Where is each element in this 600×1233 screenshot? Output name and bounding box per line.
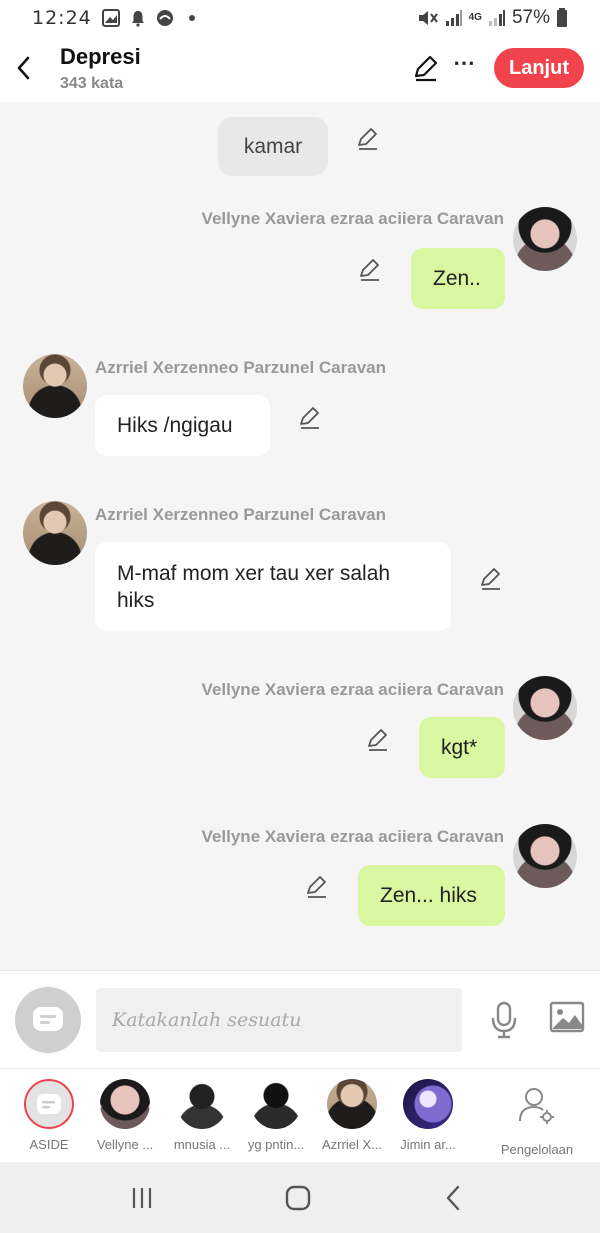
character-mnusia[interactable]: mnusia ...	[163, 1079, 241, 1152]
character-switcher: ASIDE Vellyne ... mnusia ... yg pntin...…	[0, 1068, 600, 1162]
character-avatar	[251, 1079, 301, 1129]
message-bubble[interactable]: Hiks /ngigau	[95, 395, 270, 456]
chat-bubble-icon	[37, 1094, 61, 1114]
character-aside[interactable]: ASIDE	[10, 1079, 88, 1152]
gallery-notification-icon	[101, 9, 120, 27]
character-jimin[interactable]: Jimin ar...	[389, 1079, 467, 1152]
network-type: 4G	[468, 12, 482, 23]
character-azrriel[interactable]: Azrriel X...	[313, 1079, 391, 1152]
user-settings-icon	[519, 1088, 554, 1124]
avatar-azrriel[interactable]	[23, 354, 87, 418]
avatar-vellyne[interactable]	[513, 207, 577, 271]
character-vellyne[interactable]: Vellyne ...	[86, 1079, 164, 1152]
character-avatar	[403, 1079, 453, 1129]
edit-message-icon[interactable]	[305, 875, 329, 899]
status-time: 12:24	[32, 7, 92, 29]
character-avatar	[100, 1079, 150, 1129]
message-composer	[0, 970, 600, 1068]
mute-icon	[418, 11, 438, 25]
sender-name: Vellyne Xaviera ezraa aciiera Caravan	[201, 680, 504, 699]
chat-bubble-icon	[33, 1007, 63, 1031]
character-yg-pntin[interactable]: yg pntin...	[237, 1079, 315, 1152]
message-input[interactable]	[96, 988, 462, 1052]
character-label: Jimin ar...	[400, 1137, 456, 1152]
narration-bubble[interactable]: kamar	[218, 117, 328, 176]
character-avatar	[327, 1079, 377, 1129]
message-bubble[interactable]: Zen... hiks	[358, 865, 505, 926]
character-label: yg pntin...	[247, 1137, 305, 1152]
edit-pen-icon[interactable]	[412, 54, 440, 82]
page-title: Depresi	[60, 44, 141, 69]
message-bubble[interactable]: Zen..	[411, 248, 505, 309]
character-label: Pengelolaan	[500, 1142, 574, 1157]
bell-icon	[131, 11, 144, 27]
back-arrow-icon[interactable]	[12, 52, 36, 84]
manage-characters-button[interactable]: Pengelolaan	[494, 1079, 580, 1157]
message-bubble[interactable]: kgt*	[419, 717, 505, 778]
avatar-vellyne[interactable]	[513, 676, 577, 740]
app-notification-icon	[156, 10, 173, 26]
more-options-icon[interactable]: ⋯	[452, 52, 476, 82]
edit-message-icon[interactable]	[358, 258, 382, 282]
avatar-vellyne[interactable]	[513, 824, 577, 888]
edit-message-icon[interactable]	[479, 567, 503, 591]
character-label: Azrriel X...	[322, 1137, 382, 1152]
dot-icon	[188, 15, 195, 21]
home-icon[interactable]	[282, 1184, 314, 1212]
aside-avatar	[24, 1079, 74, 1129]
signal-icon	[445, 10, 462, 26]
aside-toggle-button[interactable]	[15, 987, 81, 1053]
battery-percent: 57%	[511, 7, 550, 28]
message-bubble[interactable]: M-maf mom xer tau xer salah hiks	[95, 542, 451, 631]
edit-message-icon[interactable]	[366, 728, 390, 752]
sender-name: Vellyne Xaviera ezraa aciiera Caravan	[201, 827, 504, 846]
battery-icon	[557, 8, 567, 27]
character-avatar	[177, 1079, 227, 1129]
word-count: 343 kata	[60, 75, 124, 92]
sender-name: Azrriel Xerzenneo Parzunel Caravan	[95, 358, 387, 377]
recent-apps-icon[interactable]	[126, 1184, 158, 1212]
top-app-bar: Depresi 343 kata ⋯ Lanjut	[0, 36, 600, 102]
chat-area: kamar Vellyne Xaviera ezraa aciiera Cara…	[0, 102, 600, 970]
microphone-icon[interactable]	[489, 1001, 519, 1039]
avatar-azrriel[interactable]	[23, 501, 87, 565]
character-label: mnusia ...	[173, 1137, 231, 1152]
status-bar: 12:24 4G 57%	[0, 0, 600, 36]
sender-name: Vellyne Xaviera ezraa aciiera Caravan	[201, 209, 504, 228]
image-icon[interactable]	[549, 1001, 585, 1033]
edit-message-icon[interactable]	[298, 406, 322, 430]
signal-icon-2	[488, 10, 505, 26]
edit-message-icon[interactable]	[356, 127, 380, 151]
back-icon[interactable]	[438, 1184, 470, 1212]
character-label: ASIDE	[29, 1137, 69, 1152]
character-label: Vellyne ...	[96, 1137, 154, 1152]
system-navigation-bar	[0, 1162, 600, 1233]
continue-button[interactable]: Lanjut	[494, 48, 584, 88]
sender-name: Azrriel Xerzenneo Parzunel Caravan	[95, 505, 387, 524]
